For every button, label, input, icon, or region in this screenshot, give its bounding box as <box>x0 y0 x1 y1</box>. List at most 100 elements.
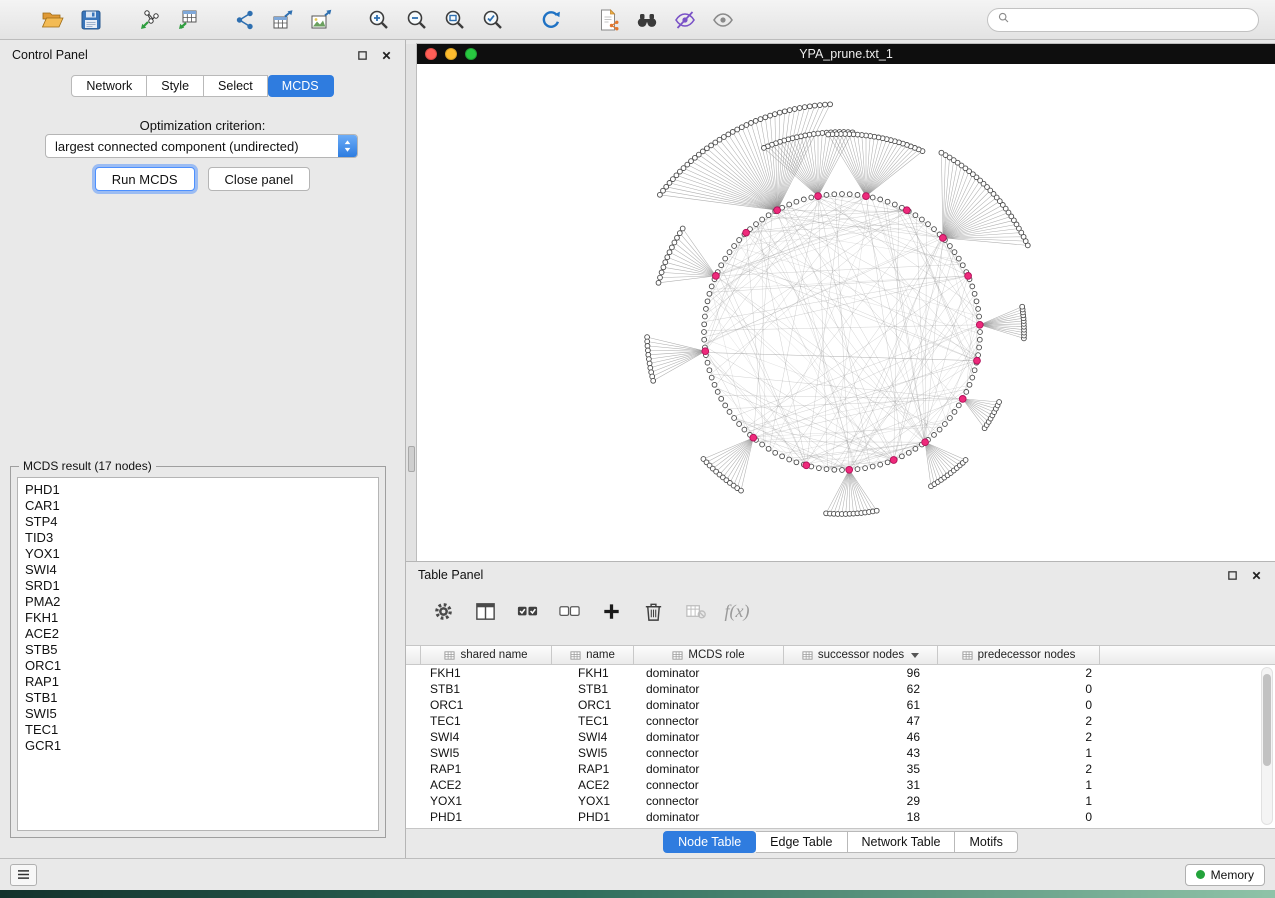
float-panel-icon[interactable] <box>356 49 369 62</box>
close-panel-icon[interactable] <box>380 49 393 62</box>
network-node[interactable] <box>768 113 773 118</box>
network-node[interactable] <box>658 275 663 280</box>
memory-button[interactable]: Memory <box>1185 864 1265 886</box>
network-node[interactable] <box>760 217 765 222</box>
network-node[interactable] <box>974 299 979 304</box>
network-node[interactable] <box>932 433 937 438</box>
network-node[interactable] <box>809 195 814 200</box>
network-node[interactable] <box>659 270 664 275</box>
column-header-successor-nodes[interactable]: successor nodes <box>784 646 938 664</box>
unselect-all-columns-button[interactable] <box>556 598 582 624</box>
mcds-result-item[interactable]: ORC1 <box>25 658 378 674</box>
status-menu-button[interactable] <box>10 864 37 886</box>
network-node[interactable] <box>737 238 742 243</box>
mcds-result-item[interactable]: YOX1 <box>25 546 378 562</box>
network-node[interactable] <box>749 121 754 126</box>
network-node[interactable] <box>826 132 831 137</box>
network-node[interactable] <box>978 330 983 335</box>
network-node[interactable] <box>744 123 749 128</box>
table-row[interactable]: ACE2ACE2connector311 <box>406 777 1275 793</box>
network-node[interactable] <box>766 213 771 218</box>
search-box[interactable] <box>987 8 1259 32</box>
table-scrollbar[interactable] <box>1261 667 1273 825</box>
network-node[interactable] <box>675 235 680 240</box>
network-node[interactable] <box>777 110 782 115</box>
network-hub-node[interactable] <box>965 273 972 280</box>
network-node[interactable] <box>801 197 806 202</box>
mcds-result-item[interactable]: RAP1 <box>25 674 378 690</box>
network-hub-node[interactable] <box>803 462 810 469</box>
network-hub-node[interactable] <box>713 273 720 280</box>
close-panel-button[interactable]: Close panel <box>208 167 311 191</box>
network-node[interactable] <box>817 466 822 471</box>
network-node[interactable] <box>977 337 982 342</box>
network-node[interactable] <box>739 125 744 130</box>
import-network-button[interactable] <box>134 5 164 35</box>
tab-select[interactable]: Select <box>204 75 268 97</box>
network-node[interactable] <box>832 467 837 472</box>
export-table-button[interactable] <box>268 5 298 35</box>
network-node[interactable] <box>702 330 707 335</box>
network-node[interactable] <box>661 265 666 270</box>
network-node[interactable] <box>948 244 953 249</box>
network-node[interactable] <box>797 106 802 111</box>
table-row[interactable]: YOX1YOX1connector291 <box>406 793 1275 809</box>
network-node[interactable] <box>732 416 737 421</box>
network-node[interactable] <box>762 146 767 151</box>
network-node[interactable] <box>802 105 807 110</box>
network-hub-node[interactable] <box>743 229 750 236</box>
network-node[interactable] <box>792 107 797 112</box>
window-close-button[interactable] <box>425 48 437 60</box>
mcds-result-item[interactable]: STP4 <box>25 514 378 530</box>
network-node[interactable] <box>726 132 731 137</box>
network-hub-node[interactable] <box>846 466 853 473</box>
network-hub-node[interactable] <box>974 357 981 364</box>
zoom-out-button[interactable] <box>402 5 432 35</box>
table-row[interactable]: PHD1PHD1dominator180 <box>406 809 1275 825</box>
network-node[interactable] <box>818 103 823 108</box>
mcds-result-item[interactable]: STB5 <box>25 642 378 658</box>
network-node[interactable] <box>672 240 677 245</box>
table-row[interactable]: RAP1RAP1dominator352 <box>406 761 1275 777</box>
network-node[interactable] <box>773 112 778 117</box>
network-node[interactable] <box>794 199 799 204</box>
mcds-result-item[interactable]: TEC1 <box>25 722 378 738</box>
network-node[interactable] <box>823 102 828 107</box>
network-node[interactable] <box>976 307 981 312</box>
network-hub-node[interactable] <box>863 193 870 200</box>
network-node[interactable] <box>753 119 758 124</box>
network-node[interactable] <box>840 468 845 473</box>
network-hub-node[interactable] <box>903 207 910 214</box>
network-node[interactable] <box>709 375 714 380</box>
network-node[interactable] <box>670 245 675 250</box>
mcds-result-item[interactable]: PMA2 <box>25 594 378 610</box>
network-hub-node[interactable] <box>774 207 781 214</box>
network-node[interactable] <box>913 213 918 218</box>
network-node[interactable] <box>847 192 852 197</box>
zoom-selected-button[interactable] <box>478 5 508 35</box>
network-node[interactable] <box>943 422 948 427</box>
network-hub-node[interactable] <box>922 439 929 446</box>
save-session-button[interactable] <box>76 5 106 35</box>
mcds-result-item[interactable]: ACE2 <box>25 626 378 642</box>
network-node[interactable] <box>855 467 860 472</box>
table-tab-edge-table[interactable]: Edge Table <box>756 831 847 853</box>
table-row[interactable]: STB1STB1dominator620 <box>406 681 1275 697</box>
network-node[interactable] <box>732 244 737 249</box>
network-node[interactable] <box>840 192 845 197</box>
network-node[interactable] <box>773 450 778 455</box>
show-graphics-details-button[interactable] <box>708 5 738 35</box>
table-row[interactable]: FKH1FKH1dominator962 <box>406 665 1275 681</box>
network-node[interactable] <box>976 353 981 358</box>
network-node[interactable] <box>782 109 787 114</box>
network-node[interactable] <box>707 368 712 373</box>
column-header-predecessor-nodes[interactable]: predecessor nodes <box>938 646 1100 664</box>
network-node[interactable] <box>760 442 765 447</box>
network-node[interactable] <box>727 410 732 415</box>
table-row[interactable]: SWI5SWI5connector431 <box>406 745 1275 761</box>
network-node[interactable] <box>963 458 968 463</box>
network-node[interactable] <box>920 217 925 222</box>
table-settings-button[interactable] <box>430 598 456 624</box>
network-node[interactable] <box>705 360 710 365</box>
network-node[interactable] <box>1020 304 1025 309</box>
